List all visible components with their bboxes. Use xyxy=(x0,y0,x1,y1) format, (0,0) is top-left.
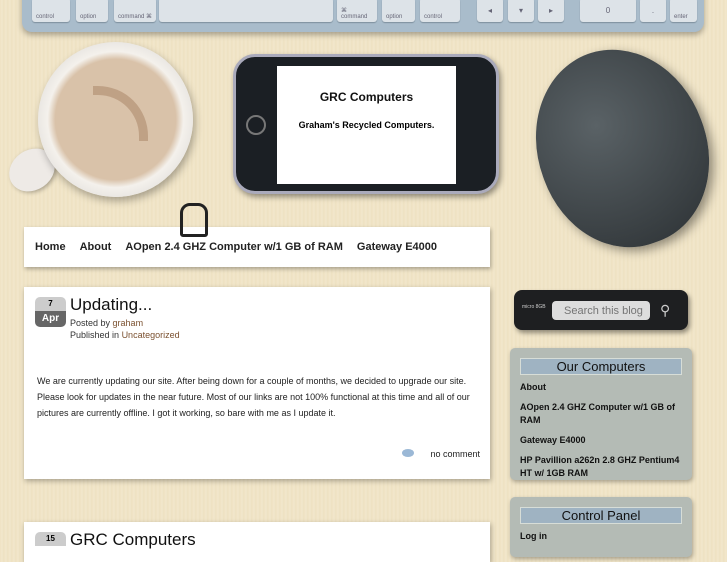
nav-home[interactable]: Home xyxy=(35,241,66,253)
binder-clip-icon xyxy=(180,203,208,237)
control-panel-widget: Control Panel Log in xyxy=(510,497,692,557)
post-title[interactable]: Updating... xyxy=(70,295,152,315)
author-link[interactable]: graham xyxy=(113,318,144,328)
sidebar-item-aopen[interactable]: AOpen 2.4 GHZ Computer w/1 GB of RAM xyxy=(520,401,682,427)
usb-label: micro 8GB xyxy=(522,304,546,310)
category-link[interactable]: Uncategorized xyxy=(122,330,180,340)
site-title[interactable]: GRC Computers xyxy=(277,90,456,104)
post-category-line: Published in Uncategorized xyxy=(70,330,180,340)
widget-title: Control Panel xyxy=(520,507,682,524)
post-body: We are currently updating our site. Afte… xyxy=(37,376,470,418)
key: 0 xyxy=(580,0,636,22)
date-month: Apr xyxy=(35,311,66,327)
nav-aopen[interactable]: AOpen 2.4 GHZ Computer w/1 GB of RAM xyxy=(125,241,343,253)
site-tagline: Graham's Recycled Computers. xyxy=(298,120,435,130)
post: 7 Apr Updating... Posted by graham Publi… xyxy=(24,287,490,479)
key: enter xyxy=(670,0,697,22)
main-nav: Home About AOpen 2.4 GHZ Computer w/1 GB… xyxy=(24,227,490,267)
date-day: 15 xyxy=(35,532,66,546)
login-link[interactable]: Log in xyxy=(520,530,682,543)
key xyxy=(159,0,333,22)
date-badge: 7 Apr xyxy=(35,297,66,327)
widget-title: Our Computers xyxy=(520,358,682,375)
key: ▾ xyxy=(508,0,534,22)
sidebar-item-about[interactable]: About xyxy=(520,381,682,394)
home-button-icon xyxy=(246,115,266,135)
key: ▸ xyxy=(538,0,564,22)
comments-count[interactable]: no comment xyxy=(430,449,480,459)
post-title[interactable]: GRC Computers xyxy=(70,530,196,550)
key: command ⌘ xyxy=(114,0,156,22)
posted-by-label: Posted by xyxy=(70,318,111,328)
nav-about[interactable]: About xyxy=(80,241,112,253)
key: ◂ xyxy=(477,0,503,22)
comments-link[interactable]: no comment xyxy=(402,449,480,459)
key: option xyxy=(382,0,415,22)
mouse-decoration xyxy=(508,25,727,271)
key: control xyxy=(32,0,70,22)
search-input[interactable] xyxy=(552,301,650,320)
post: 15 GRC Computers xyxy=(24,522,490,562)
our-computers-widget: Our Computers About AOpen 2.4 GHZ Comput… xyxy=(510,348,692,480)
key: ⌘ command xyxy=(337,0,377,22)
date-badge: 15 xyxy=(35,532,66,562)
comment-bubble-icon xyxy=(402,449,415,457)
keyboard-decoration: control option command ⌘ ⌘ command optio… xyxy=(22,0,704,32)
published-label: Published in xyxy=(70,330,120,340)
sidebar-item-hp[interactable]: HP Pavillion a262n 2.8 GHZ Pentium4 HT w… xyxy=(520,454,682,480)
sidebar-item-gateway[interactable]: Gateway E4000 xyxy=(520,434,682,447)
key: . xyxy=(640,0,666,22)
search-widget: micro 8GB ⚲ xyxy=(514,290,688,330)
header-screen: GRC Computers Graham's Recycled Computer… xyxy=(277,66,456,184)
search-icon[interactable]: ⚲ xyxy=(660,302,670,319)
nav-gateway[interactable]: Gateway E4000 xyxy=(357,241,437,253)
post-author-line: Posted by graham xyxy=(70,318,143,328)
key: control xyxy=(420,0,460,22)
key: option xyxy=(76,0,108,22)
phone-header: GRC Computers Graham's Recycled Computer… xyxy=(233,54,499,194)
date-day: 7 xyxy=(35,297,66,311)
